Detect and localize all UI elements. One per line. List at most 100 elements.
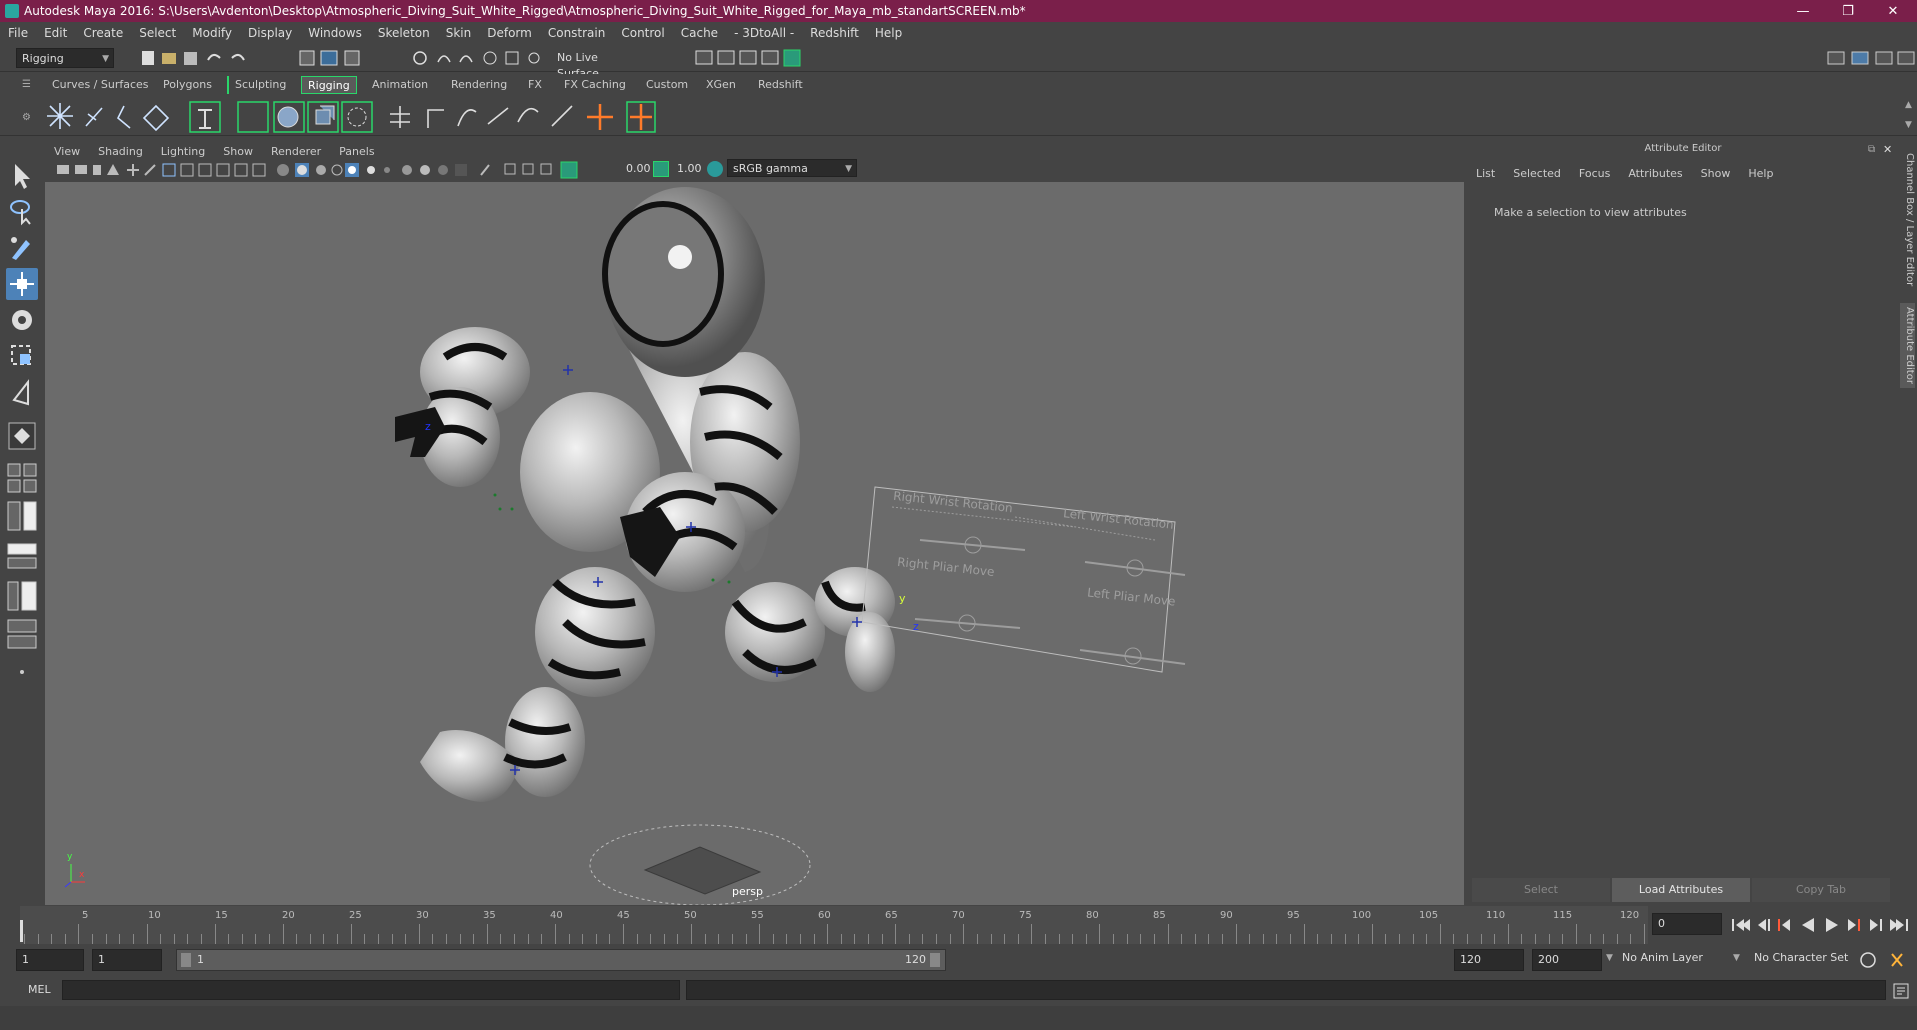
persp-graph-layout-icon[interactable] (6, 618, 38, 650)
float-panel-icon[interactable]: ⧉ (1868, 144, 1875, 155)
load-attributes-button[interactable]: Load Attributes (1612, 878, 1750, 902)
go-to-start-icon[interactable] (1732, 919, 1750, 931)
step-key-forward-icon[interactable] (1848, 919, 1860, 931)
live-surface-field[interactable]: No Live Surface (552, 48, 647, 80)
step-back-icon[interactable] (1758, 919, 1770, 931)
maximize-button[interactable]: ❐ (1826, 0, 1870, 22)
attr-menu-help[interactable]: Help (1748, 167, 1773, 180)
lasso-tool-icon[interactable] (6, 195, 38, 227)
end-time-field[interactable]: 200 (1532, 949, 1602, 971)
move-tool-button[interactable] (6, 268, 38, 300)
snap-tools-icons[interactable] (410, 48, 550, 68)
attr-menu-list[interactable]: List (1476, 167, 1495, 180)
tab-rigging[interactable]: Rigging (301, 76, 357, 94)
tab-fx-caching[interactable]: FX Caching (558, 76, 632, 94)
menu-create[interactable]: Create (75, 26, 131, 40)
tab-rendering[interactable]: Rendering (445, 76, 513, 94)
render-tools-icons[interactable] (692, 48, 812, 68)
menu-skin[interactable]: Skin (438, 26, 480, 40)
playback-end-field[interactable]: 120 (1454, 949, 1524, 971)
viewport-menu-show[interactable]: Show (214, 145, 262, 158)
menu-select[interactable]: Select (131, 26, 184, 40)
select-button[interactable]: Select (1472, 878, 1610, 902)
outliner-layout-icon[interactable] (6, 580, 38, 612)
attr-menu-selected[interactable]: Selected (1513, 167, 1561, 180)
tab-polygons[interactable]: Polygons (157, 76, 218, 94)
time-slider[interactable] (20, 906, 1648, 944)
two-pane-layout-icon[interactable] (6, 500, 38, 532)
script-editor-icon[interactable] (1892, 982, 1910, 1000)
menu-3dtoall[interactable]: - 3DtoAll - (726, 26, 802, 40)
gamma-field[interactable]: 1.00 (677, 162, 702, 175)
exposure-field[interactable]: 0.00 (626, 162, 651, 175)
tab-attribute-editor[interactable]: Attribute Editor (1900, 303, 1915, 388)
paint-select-icon[interactable] (6, 232, 38, 264)
viewport-menu-renderer[interactable]: Renderer (262, 145, 330, 158)
tab-channel-box[interactable]: Channel Box / Layer Editor (1900, 153, 1915, 286)
menu-edit[interactable]: Edit (36, 26, 75, 40)
attr-menu-attributes[interactable]: Attributes (1628, 167, 1682, 180)
range-start-handle[interactable] (181, 953, 191, 967)
range-end-handle[interactable] (930, 953, 940, 967)
tab-custom[interactable]: Custom (640, 76, 694, 94)
step-forward-icon[interactable] (1870, 919, 1882, 931)
viewport-menu-shading[interactable]: Shading (89, 145, 152, 158)
menu-help[interactable]: Help (867, 26, 910, 40)
tab-sculpting[interactable]: Sculpting (227, 76, 292, 94)
shelf-scroll-down-icon[interactable]: ▼ (1905, 120, 1912, 130)
graph-layout-icon[interactable] (6, 540, 38, 572)
scale-tool-icon[interactable] (6, 340, 38, 372)
rigging-shelf-icons[interactable] (44, 100, 684, 134)
step-key-back-icon[interactable] (1778, 919, 1790, 931)
close-panel-icon[interactable]: ✕ (1883, 143, 1892, 156)
more-layouts-icon[interactable] (6, 656, 38, 688)
viewport-menu-view[interactable]: View (45, 145, 89, 158)
go-to-end-icon[interactable] (1890, 919, 1908, 931)
rotate-tool-icon[interactable] (6, 304, 38, 336)
tab-curves-surfaces[interactable]: Curves / Surfaces (46, 76, 155, 94)
tab-fx[interactable]: FX (522, 76, 548, 94)
start-time-field[interactable]: 1 (16, 949, 84, 971)
menu-constrain[interactable]: Constrain (540, 26, 614, 40)
file-tools-icons[interactable] (140, 48, 390, 68)
character-set-dropdown[interactable]: No Character Set (1754, 951, 1854, 964)
script-language-label[interactable]: MEL (28, 983, 51, 996)
end-time-chevron-icon[interactable]: ▼ (1606, 953, 1613, 963)
gamma-toggle-icon[interactable] (653, 161, 669, 177)
command-input[interactable] (62, 980, 680, 1000)
play-forward-icon[interactable] (1826, 918, 1838, 932)
range-extra-icons[interactable] (1858, 950, 1914, 970)
play-back-icon[interactable] (1802, 918, 1814, 932)
color-management-icon[interactable] (707, 161, 723, 177)
shelf-menu-icon[interactable]: ☰ (22, 79, 31, 90)
menu-redshift[interactable]: Redshift (802, 26, 867, 40)
shelf-scroll-up-icon[interactable]: ▲ (1905, 100, 1912, 110)
tab-animation[interactable]: Animation (366, 76, 434, 94)
menu-modify[interactable]: Modify (184, 26, 240, 40)
diving-suit-model[interactable] (395, 187, 895, 802)
shelf-settings-icon[interactable]: ⚙ (22, 112, 31, 123)
menu-cache[interactable]: Cache (673, 26, 726, 40)
viewport-menu-panels[interactable]: Panels (330, 145, 383, 158)
menu-control[interactable]: Control (613, 26, 672, 40)
anim-layer-chevron-icon[interactable]: ▼ (1733, 953, 1740, 963)
attr-menu-show[interactable]: Show (1701, 167, 1731, 180)
layout-icons[interactable] (1826, 48, 1916, 68)
select-tool-icon[interactable] (6, 160, 38, 192)
range-slider[interactable]: 1 120 (176, 949, 946, 971)
single-pane-layout-icon[interactable] (6, 420, 38, 452)
tab-redshift[interactable]: Redshift (752, 76, 809, 94)
current-time-marker[interactable] (20, 920, 23, 942)
menu-display[interactable]: Display (240, 26, 300, 40)
close-button[interactable]: ✕ (1871, 0, 1915, 22)
four-pane-layout-icon[interactable] (6, 462, 38, 494)
menu-file[interactable]: File (0, 26, 36, 40)
tab-xgen[interactable]: XGen (700, 76, 742, 94)
playback-start-field[interactable]: 1 (92, 949, 162, 971)
menu-windows[interactable]: Windows (300, 26, 370, 40)
anim-layer-dropdown[interactable]: No Anim Layer (1622, 951, 1740, 964)
menu-deform[interactable]: Deform (479, 26, 540, 40)
mode-dropdown[interactable]: Rigging ▼ (16, 48, 114, 68)
last-tool-icon[interactable] (6, 376, 38, 408)
attr-menu-focus[interactable]: Focus (1579, 167, 1610, 180)
